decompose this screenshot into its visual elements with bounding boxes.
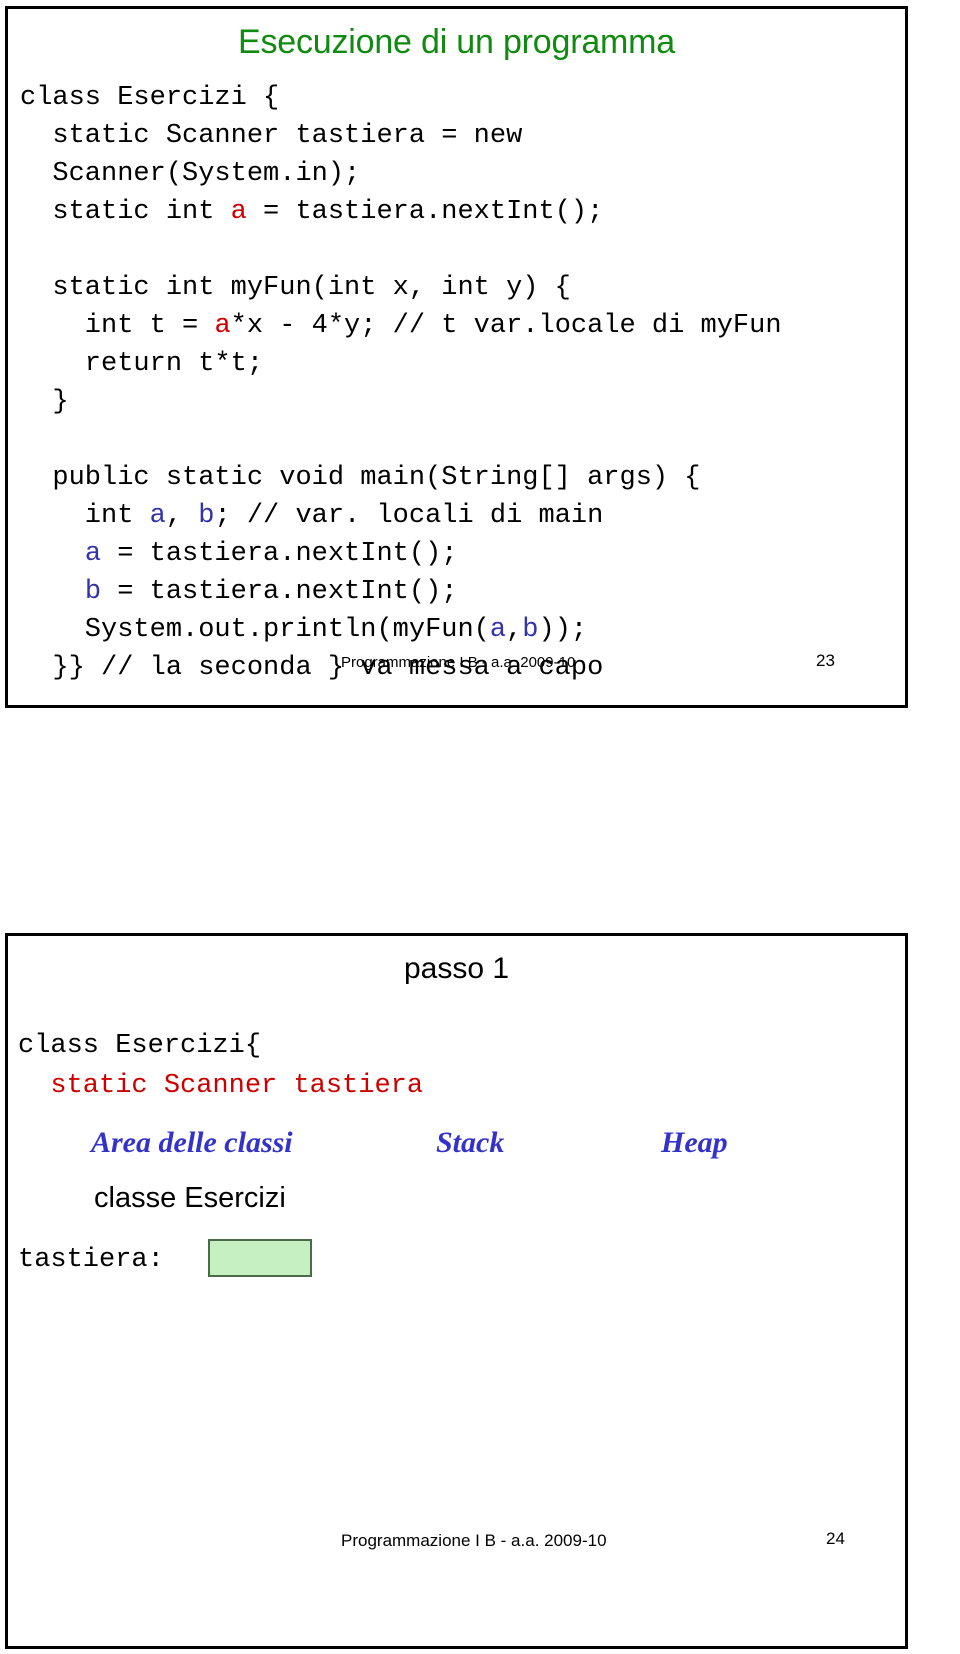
slide-footer: Programmazione I B - a.a. 2009-10 [341,654,576,671]
code-token: class Esercizi{ [18,1031,262,1061]
code-token: = tastiera.nextInt(); [101,539,458,569]
code-token: a [84,539,102,569]
code-token: int [20,501,150,531]
code-token: static Scanner tastiera = new [20,121,523,151]
code-token: return t*t; [20,349,264,379]
code-line: static int a = tastiera.nextInt(); [20,193,782,231]
memory-area-headers: Area delle classi Stack Heap [8,1126,905,1166]
code-token: } [20,387,69,417]
code-token: , [506,615,523,645]
code-listing-esercizi: class Esercizi { static Scanner tastiera… [20,79,782,687]
code-line: static Scanner tastiera [18,1066,423,1106]
code-token: static int myFun(int x, int y) { [20,273,571,303]
code-token: b [84,577,102,607]
memory-header-stack: Stack [436,1126,505,1159]
code-line: public static void main(String[] args) { [20,459,782,497]
code-token: int t = [20,311,215,341]
code-line: Scanner(System.in); [20,155,782,193]
memory-header-class-area: Area delle classi [91,1126,293,1159]
code-token: = tastiera.nextInt(); [101,577,458,607]
code-line: int a, b; // var. locali di main [20,497,782,535]
code-token: System.out.println(myFun( [20,615,490,645]
code-token: ; // var. locali di main [214,501,604,531]
code-token: a [214,311,231,341]
slide-memory-state-step1: passo 1 class Esercizi{ static Scanner t… [5,933,908,1649]
code-token: b [522,615,539,645]
code-line: class Esercizi{ [18,1026,423,1066]
step-label: passo 1 [403,952,510,985]
code-line: return t*t; [20,345,782,383]
code-token: static int [20,197,231,227]
code-token: a [149,501,166,531]
code-token: class Esercizi { [20,83,280,113]
code-token: , [165,501,199,531]
variable-name-label: tastiera: [18,1245,164,1275]
code-listing-step1: class Esercizi{ static Scanner tastiera [18,1026,423,1106]
code-token: )); [538,615,588,645]
slide-execution-program: Esecuzione di un programma class Eserciz… [5,6,908,708]
slide-footer: Programmazione I B - a.a. 2009-10 [341,1531,607,1550]
code-token: static Scanner tastiera [18,1071,424,1101]
code-token: = tastiera.nextInt(); [246,197,604,227]
code-line: b = tastiera.nextInt(); [20,573,782,611]
page-number: 23 [816,651,835,670]
code-line: class Esercizi { [20,79,782,117]
code-line: System.out.println(myFun(a,b)); [20,611,782,649]
page-number: 24 [826,1529,845,1548]
memory-header-heap: Heap [661,1126,728,1159]
code-line: int t = a*x - 4*y; // t var.locale di my… [20,307,782,345]
code-token: b [198,501,215,531]
variable-value-slot [208,1239,312,1277]
code-token: *x - 4*y; // t var.locale di myFun [230,311,782,341]
code-token: a [230,197,247,227]
code-token: a [489,615,507,645]
code-token: public static void main(String[] args) { [20,463,701,493]
page-title: Esecuzione di un programma [237,23,676,61]
code-line: static Scanner tastiera = new [20,117,782,155]
code-line: a = tastiera.nextInt(); [20,535,782,573]
code-line: static int myFun(int x, int y) { [20,269,782,307]
code-line: } [20,383,782,421]
class-area-entry: classe Esercizi [94,1182,286,1214]
code-token: Scanner(System.in); [20,159,361,189]
